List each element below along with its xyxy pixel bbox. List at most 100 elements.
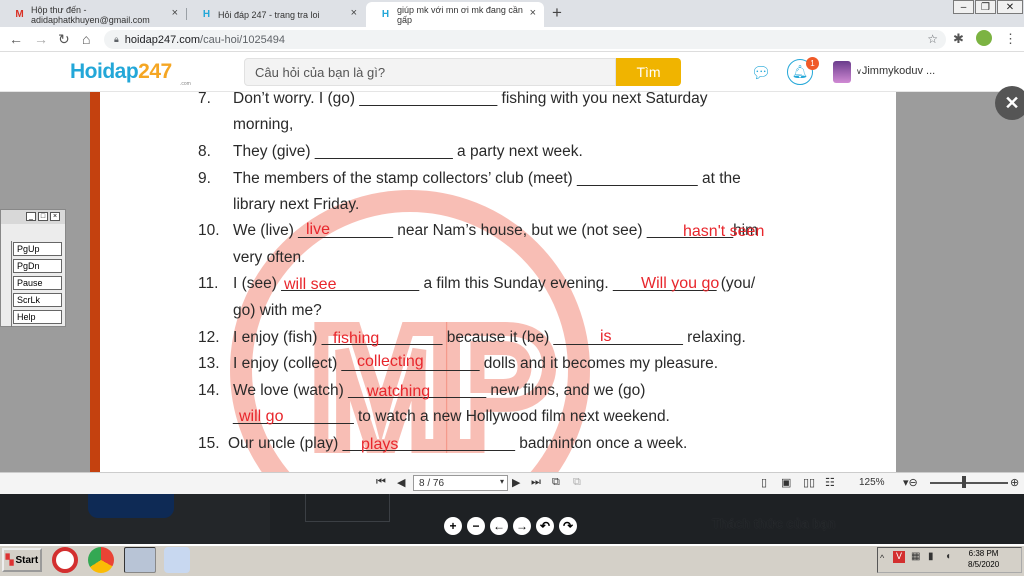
volume-tray-icon[interactable]: ◖ [945,551,951,562]
question-number: 10. [198,222,220,239]
question-text: library next Friday. [233,196,360,213]
key-help[interactable]: Help [13,310,62,324]
outlined-box [305,494,390,522]
clock-time: 6:38 PM [968,549,999,558]
rotate-view-alt-icon[interactable]: ⧉ [573,476,581,489]
answer-text: watching [367,383,431,400]
search-input[interactable]: Câu hỏi của bạn là gì? [244,58,616,86]
logo-sub: .com [180,81,191,87]
close-viewer-icon[interactable]: ✕ [995,86,1024,120]
zoom-in-icon[interactable]: ⊕ [1010,476,1019,489]
question-text: ______________ to watch a new Hollywood … [233,408,670,425]
key-pause[interactable]: Pause [13,276,62,290]
antivirus-tray-icon[interactable]: V [893,551,905,563]
tab-label: giúp mk với mn ơi mk đang cần gấp [397,4,523,25]
page-indicator: 8 / 76 [419,477,445,489]
user-menu[interactable]: ∨Jimmykoduv ... [856,65,935,77]
answer-text: fishing [333,330,380,347]
next-page-icon[interactable]: ▶ [512,476,520,489]
prev-page-icon[interactable]: ◀ [397,476,405,489]
question-text: Don’t worry. I (go) ________________ fis… [233,90,708,107]
chat-icon[interactable]: 💬︎ [751,63,771,83]
paint-app-icon[interactable] [164,547,190,573]
zoom-level[interactable]: 125% [859,477,885,488]
url-field[interactable]: 🔒︎ hoidap247.com /cau-hoi/1025494 ☆ [104,30,946,49]
zoom-dropdown-icon[interactable]: ▾⊖ [903,476,918,489]
thumbnail-view-icon[interactable]: ☷ [825,476,835,489]
question-text: I enjoy (collect) ________________ dolls… [233,355,719,372]
tab-hoidap-search[interactable]: H Hỏi đáp 247 - trang tra loi × [187,2,365,27]
hoidap-icon: H [381,9,390,20]
notification-badge: 1 [806,57,819,70]
zoom-slider-track[interactable] [930,482,1008,484]
last-page-icon[interactable]: ⏭ [531,476,541,489]
question-number: 9. [198,170,211,187]
tab-current-question[interactable]: H giúp mk với mn ơi mk đang cần gấp × [366,2,544,27]
two-page-view-icon[interactable]: ▯▯ [803,476,815,489]
close-window-button[interactable]: ✕ [997,0,1023,14]
back-icon[interactable]: ← [9,31,23,47]
windows-logo-icon: ▚ [5,554,14,566]
network-tray-icon[interactable]: ▦ [911,551,920,562]
page-selector[interactable]: 8 / 76 ▾ [413,475,508,491]
taskbar-clock[interactable]: 6:38 PM 8/5/2020 [968,548,999,570]
tab-gmail[interactable]: M Hộp thư đến - adidaphatkhuyen@gmail.co… [0,2,186,27]
app-icon-red[interactable] [52,547,78,573]
key-pgup[interactable]: PgUp [13,242,62,256]
previous-button[interactable]: ← [490,517,508,535]
answer-text: live [306,221,331,238]
question-text: very often. [233,249,306,266]
keyboard-minimize-button[interactable]: _ [26,212,36,221]
challenge-text: Thách thức của bạn [712,516,836,531]
close-tab-icon[interactable]: × [351,7,357,19]
rotate-right-button[interactable]: ↷ [559,517,577,535]
minimize-window-button[interactable]: – [953,0,974,14]
gmail-icon: M [15,9,24,20]
search-button[interactable]: Tìm [616,58,681,86]
close-tab-icon[interactable]: × [530,7,536,19]
computer-app-icon[interactable] [124,547,156,573]
answer-text: is [600,328,612,345]
continuous-view-icon[interactable]: ▣ [781,476,791,489]
tray-expand-icon[interactable]: ^ [880,553,884,563]
keyboard-close-button[interactable]: × [50,212,60,221]
bookmark-star-icon[interactable]: ☆ [927,32,938,46]
question-number: 11. [198,275,219,292]
question-number: 12. [198,329,220,346]
url-path: /cau-hoi/1025494 [200,33,286,46]
key-pgdn[interactable]: PgDn [13,259,62,273]
logo-text: Hoidap [70,60,139,83]
keyboard-edge [0,241,12,327]
hoidap-icon: H [202,9,211,20]
forward-icon[interactable]: → [34,31,48,47]
battery-tray-icon[interactable]: ▮ [928,551,934,562]
first-page-icon[interactable]: ⏮ [376,476,386,489]
zoom-out-button[interactable]: − [467,517,485,535]
zoom-slider-handle[interactable] [962,476,966,488]
profile-avatar[interactable] [976,30,992,46]
user-avatar[interactable] [833,61,851,83]
site-logo[interactable]: Hoidap247 [70,60,172,84]
start-button[interactable]: ▚ Start [2,548,42,572]
rotate-left-button[interactable]: ↶ [536,517,554,535]
home-icon[interactable]: ⌂ [82,31,90,47]
single-page-view-icon[interactable]: ▯ [761,476,767,489]
question-number: 8. [198,143,211,160]
close-tab-icon[interactable]: × [172,7,178,19]
rotate-view-icon[interactable]: ⧉ [552,476,560,489]
question-number: 7. [198,90,211,107]
question-text: Our uncle (play) ____________________ ba… [228,435,688,452]
reload-icon[interactable]: ↻ [58,31,70,48]
keyboard-maximize-button[interactable]: □ [38,212,48,221]
next-button[interactable]: → [513,517,531,535]
extensions-icon[interactable]: ✱ [953,31,964,47]
tab-label: Hỏi đáp 247 - trang tra loi [218,9,320,20]
menu-kebab-icon[interactable]: ⋮ [1004,31,1017,47]
question-text: They (give) ________________ a party nex… [233,143,583,160]
key-scrlk[interactable]: ScrLk [13,293,62,307]
question-number: 15. [198,435,220,452]
zoom-in-button[interactable]: + [444,517,462,535]
chrome-icon[interactable] [88,547,114,573]
maximize-window-button[interactable]: ❐ [975,0,996,14]
new-tab-button[interactable]: + [552,3,562,23]
